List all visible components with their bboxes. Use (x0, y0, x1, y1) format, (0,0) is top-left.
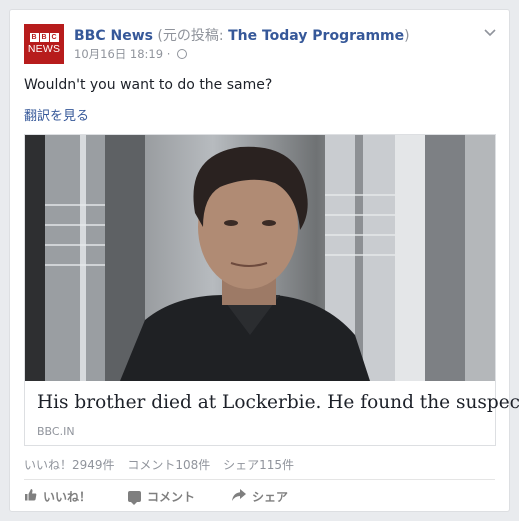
comment-icon (128, 490, 142, 505)
comment-label: コメント (147, 489, 196, 504)
page-name-link[interactable]: BBC News (74, 28, 153, 44)
translate-link[interactable]: 翻訳を見る (24, 105, 89, 124)
link-title[interactable]: His brother died at Lockerbie. He found … (37, 392, 519, 413)
comment-count[interactable]: コメント108件 (127, 458, 210, 472)
share-button[interactable]: シェア (232, 486, 288, 506)
link-domain: BBC.IN (37, 425, 75, 438)
post-text: Wouldn't you want to do the same? (24, 77, 273, 93)
author-line: BBC News (元の投稿: The Today Programme) (74, 25, 410, 45)
action-bar: いいね！ コメント シェア (24, 486, 325, 506)
logo-letter: C (49, 33, 59, 42)
logo-letter: B (39, 33, 49, 42)
comment-button[interactable]: コメント (128, 486, 195, 506)
shared-suffix: ) (404, 28, 410, 44)
photo-illustration (25, 135, 495, 381)
globe-icon[interactable] (177, 49, 188, 59)
separator: · (166, 47, 171, 61)
divider (24, 479, 495, 480)
avatar[interactable]: B B C NEWS (24, 24, 64, 64)
thumbs-up-icon (24, 488, 37, 504)
chevron-down-icon[interactable] (483, 26, 497, 40)
post-header: B B C NEWS BBC News (元の投稿: The Today Pro… (24, 22, 497, 66)
link-preview[interactable]: His brother died at Lockerbie. He found … (24, 134, 519, 446)
logo-letter: B (29, 33, 39, 42)
post-card: B B C NEWS BBC News (元の投稿: The Today Pro… (9, 9, 519, 512)
share-arrow-icon (232, 488, 247, 504)
like-count[interactable]: いいね！2949件 (24, 458, 115, 472)
share-count[interactable]: シェア115件 (223, 458, 294, 472)
bbc-logo-blocks: B B C (29, 33, 59, 42)
shared-prefix: (元の投稿: (157, 28, 229, 44)
logo-word: NEWS (27, 43, 61, 55)
original-page-link[interactable]: The Today Programme (228, 28, 404, 44)
engagement-stats: いいね！2949件 コメント108件 シェア115件 (24, 456, 303, 473)
share-label: シェア (252, 489, 289, 504)
link-image[interactable] (25, 135, 495, 381)
timestamp-link[interactable]: 10月16日 18:19 (74, 47, 163, 61)
like-button[interactable]: いいね！ (24, 486, 91, 506)
timestamp-line: 10月16日 18:19 · (74, 46, 188, 62)
like-label: いいね！ (43, 489, 92, 504)
